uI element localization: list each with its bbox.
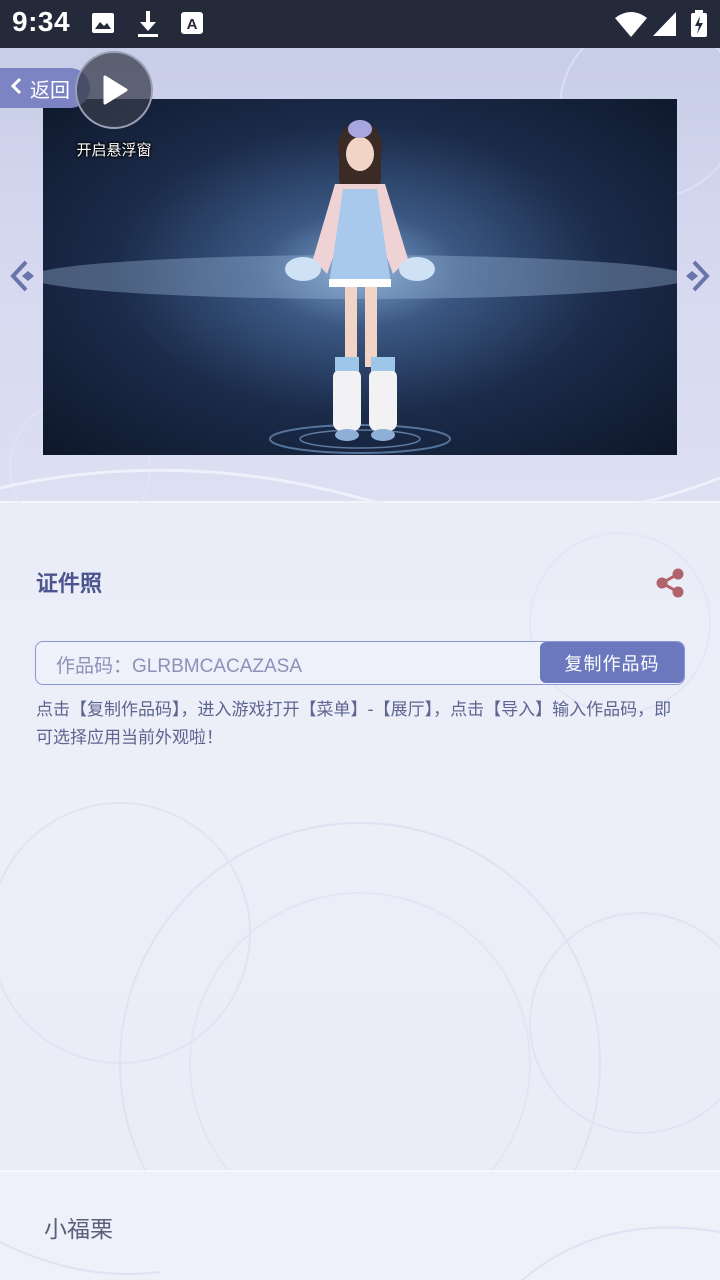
status-time: 9:34 xyxy=(12,6,71,37)
author-name[interactable]: 小福栗 xyxy=(44,1210,113,1244)
work-code-prefix: 作品码： xyxy=(56,655,133,677)
status-bar: 9:34 A xyxy=(0,0,720,48)
work-code-text: 作品码：GLRBMCACAZASA xyxy=(56,651,302,678)
work-code-value: GLRBMCACAZASA xyxy=(132,656,302,677)
work-title-row: 证件照 xyxy=(36,566,686,602)
signal-icon xyxy=(653,12,676,36)
back-label: 返回 xyxy=(30,77,70,102)
author-footer: 小福栗 xyxy=(0,1170,720,1280)
image-icon xyxy=(92,13,114,33)
work-title: 证件照 xyxy=(36,572,103,597)
battery-icon xyxy=(691,10,707,37)
svg-text:A: A xyxy=(187,16,198,33)
work-code-field: 作品码：GLRBMCACAZASA 复制作品码 xyxy=(35,641,685,685)
background-decoration xyxy=(0,532,720,1170)
prev-arrow-icon[interactable] xyxy=(8,258,38,294)
copy-code-button[interactable]: 复制作品码 xyxy=(540,642,684,683)
download-icon xyxy=(138,11,158,37)
back-chevron-icon xyxy=(8,76,26,101)
preview-banner: 返回 开启悬浮窗 xyxy=(0,48,720,503)
wifi-icon xyxy=(615,12,647,37)
import-hint: 点击【复制作品码】，进入游戏打开【菜单】-【展厅】，点击【导入】输入作品码，即可… xyxy=(36,700,672,748)
page: 9:34 A 返回 开启悬浮窗 证件照 作品码：GLRBMCACAZASA 复制… xyxy=(0,0,720,1280)
float-window-button[interactable] xyxy=(75,51,153,129)
next-arrow-icon[interactable] xyxy=(682,258,712,294)
play-icon xyxy=(103,75,128,105)
font-icon: A xyxy=(181,12,203,34)
share-icon[interactable] xyxy=(654,567,686,599)
float-window-label: 开启悬浮窗 xyxy=(76,141,152,159)
